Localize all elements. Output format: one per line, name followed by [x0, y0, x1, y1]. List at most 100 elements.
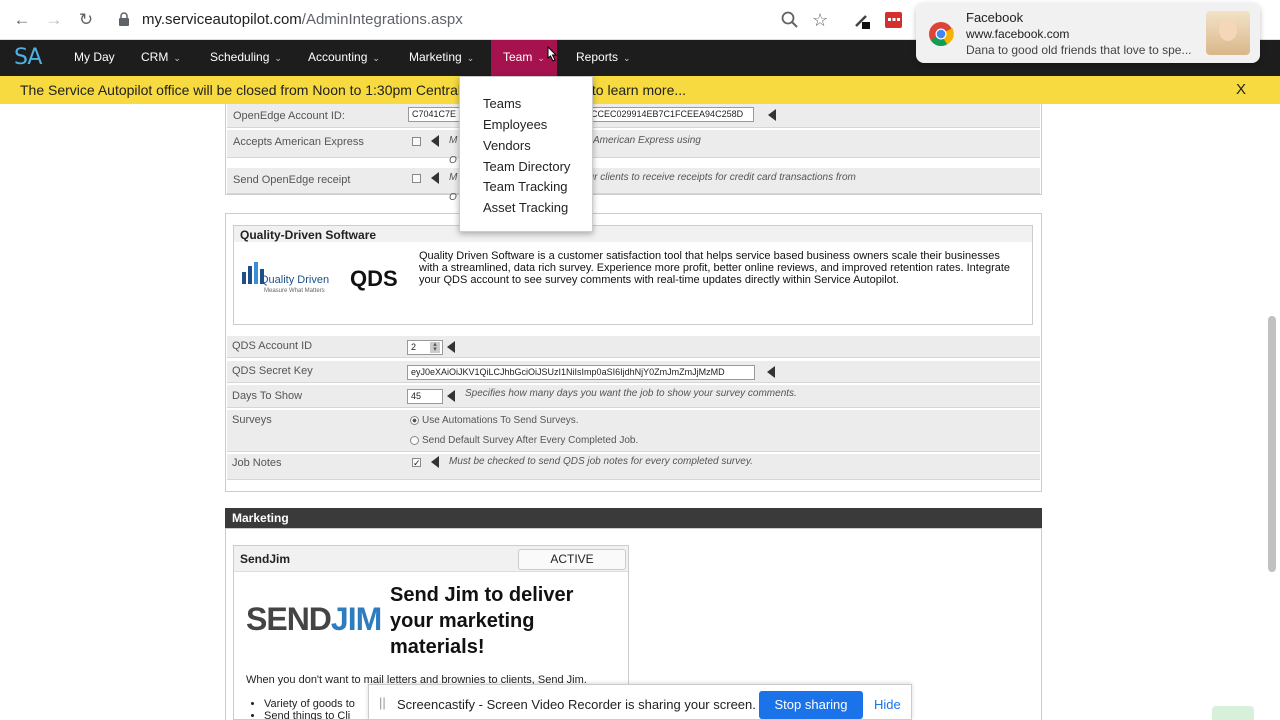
survey-default-radio[interactable]: [410, 436, 419, 445]
sendjim-logo: SENDJIM: [246, 601, 382, 637]
qds-surveys-row: Surveys Use Automations To Send Surveys.…: [227, 410, 1040, 452]
qds-days-input[interactable]: 45: [407, 389, 443, 404]
reload-icon[interactable]: ↻: [74, 8, 98, 32]
notification-message: Dana to good old friends that love to sp…: [966, 43, 1192, 57]
help-arrow-icon[interactable]: [431, 456, 439, 468]
nav-marketing[interactable]: Marketing ⌄: [409, 40, 474, 76]
openedge-receipt-row: Send OpenEdge receipt M our clients to r…: [227, 168, 1040, 203]
chevron-down-icon: ⌄: [274, 53, 282, 63]
field-hint: Must be checked to send QDS job notes fo…: [449, 456, 753, 467]
screen-share-message: Screencastify - Screen Video Recorder is…: [397, 697, 756, 712]
chevron-down-icon: ⌄: [466, 53, 475, 63]
zoom-icon[interactable]: [780, 10, 800, 30]
field-hint: O: [449, 192, 457, 203]
radio-label: Send Default Survey After Every Complete…: [422, 435, 639, 446]
job-notes-checkbox[interactable]: ✓: [412, 458, 421, 468]
openedge-account-row: OpenEdge Account ID: C7041C7E CCEC029914E…: [227, 104, 1040, 128]
amex-row: Accepts American Express M American Expr…: [227, 130, 1040, 166]
notification-avatar: [1206, 11, 1250, 55]
amex-checkbox[interactable]: [412, 137, 421, 146]
chrome-icon: [929, 22, 954, 47]
help-arrow-icon[interactable]: [768, 109, 776, 121]
mouse-cursor-icon: [547, 46, 558, 62]
qds-description: Quality Driven Software is a customer sa…: [419, 250, 1011, 286]
menu-item-asset-tracking[interactable]: Asset Tracking: [483, 200, 568, 215]
page-scrollbar[interactable]: [1268, 316, 1276, 572]
sendjim-status-button[interactable]: ACTIVE: [518, 549, 626, 570]
field-label: Send OpenEdge receipt: [233, 174, 351, 186]
openedge-receipt-checkbox[interactable]: [412, 174, 421, 183]
field-label: Job Notes: [232, 457, 282, 469]
extension-icon[interactable]: [884, 10, 904, 30]
nav-accounting[interactable]: Accounting ⌄: [308, 40, 380, 76]
survey-automations-radio[interactable]: [410, 416, 419, 425]
help-arrow-icon[interactable]: [431, 172, 439, 184]
field-label: OpenEdge Account ID:: [233, 110, 345, 122]
back-icon[interactable]: ←: [10, 8, 34, 32]
address-bar[interactable]: my.serviceautopilot.com/AdminIntegration…: [142, 11, 463, 28]
menu-item-team-directory[interactable]: Team Directory: [483, 159, 570, 174]
field-label: QDS Account ID: [232, 340, 313, 352]
qds-secret-key-row: QDS Secret Key eyJ0eXAiOiJKV1QiLCJhbGciO…: [227, 361, 1040, 383]
qds-days-row: Days To Show 45 Specifies how many days …: [227, 385, 1040, 408]
drag-handle-icon[interactable]: ||: [379, 695, 386, 710]
help-arrow-icon[interactable]: [767, 366, 775, 378]
help-arrow-icon[interactable]: [447, 341, 455, 353]
nav-scheduling[interactable]: Scheduling ⌄: [210, 40, 282, 76]
banner-close-button[interactable]: X: [1236, 76, 1246, 104]
field-label: QDS Secret Key: [232, 365, 313, 377]
field-hint: M: [449, 135, 458, 146]
team-dropdown-menu: Teams Employees Vendors Team Directory T…: [459, 76, 593, 232]
field-hint: M: [449, 172, 458, 183]
list-item: Variety of goods to: [264, 698, 355, 710]
stop-sharing-button[interactable]: Stop sharing: [759, 691, 863, 719]
qds-info-box: Quality-Driven Software Quality Driven M…: [233, 225, 1033, 325]
nav-crm[interactable]: CRM ⌄: [141, 40, 181, 76]
notification-title: Facebook: [966, 10, 1024, 25]
facebook-notification[interactable]: Facebook www.facebook.com Dana to good o…: [916, 3, 1260, 63]
nav-reports[interactable]: Reports ⌄: [576, 40, 631, 76]
help-arrow-icon[interactable]: [431, 135, 439, 147]
field-hint: Specifies how many days you want the job…: [465, 388, 797, 399]
menu-item-vendors[interactable]: Vendors: [483, 138, 531, 153]
menu-item-team-tracking[interactable]: Team Tracking: [483, 179, 568, 194]
field-label: Surveys: [232, 414, 272, 426]
help-arrow-icon[interactable]: [447, 390, 455, 402]
sendjim-card-header: SendJim ACTIVE: [234, 546, 628, 572]
field-label: Days To Show: [232, 390, 303, 402]
nav-my-day[interactable]: My Day: [74, 40, 115, 76]
field-hint: American Express using: [593, 135, 701, 146]
chat-widget-button[interactable]: [1212, 706, 1254, 720]
announcement-banner[interactable]: The Service Autopilot office will be clo…: [0, 76, 1280, 104]
field-hint: our clients to receive receipts for cred…: [583, 172, 856, 183]
eyedropper-icon[interactable]: [852, 10, 872, 30]
chevron-down-icon: ⌄: [372, 53, 380, 63]
quality-driven-logo: Quality Driven Measure What Matters: [242, 260, 334, 300]
qds-title: Quality-Driven Software: [234, 226, 1032, 242]
sendjim-title: SendJim: [240, 552, 291, 566]
chevron-down-icon: ⌄: [623, 53, 631, 63]
sendjim-headline: Send Jim to deliver your marketing mater…: [390, 584, 574, 658]
qds-abbr-logo: QDS: [350, 266, 398, 291]
menu-item-teams[interactable]: Teams: [483, 96, 521, 111]
menu-item-employees[interactable]: Employees: [483, 117, 547, 132]
qds-logo-tagline: Measure What Matters: [264, 288, 325, 294]
sendjim-bullets: Variety of goods to Send things to Cli: [264, 698, 355, 720]
lock-icon: [119, 12, 129, 26]
qds-secret-key-input[interactable]: eyJ0eXAiOiJKV1QiLCJhbGciOiJSUzI1NiIsImp0…: [407, 365, 755, 380]
stepper-icon[interactable]: ▴ ▾: [430, 341, 440, 353]
bookmark-star-icon[interactable]: ☆: [812, 10, 832, 30]
screen-share-bar: || Screencastify - Screen Video Recorder…: [368, 684, 912, 720]
chevron-down-icon: ⌄: [173, 53, 181, 63]
radio-label: Use Automations To Send Surveys.: [422, 415, 579, 426]
qds-job-notes-row: Job Notes ✓ Must be checked to send QDS …: [227, 454, 1040, 480]
field-label: Accepts American Express: [233, 136, 364, 148]
qds-account-id-row: QDS Account ID 2 ▴ ▾: [227, 336, 1040, 358]
field-hint: O: [449, 155, 457, 166]
marketing-section-header: Marketing: [225, 508, 1042, 528]
hide-share-bar-button[interactable]: Hide: [874, 697, 901, 712]
qds-logo-text: Quality Driven: [260, 274, 330, 286]
forward-icon[interactable]: →: [42, 8, 66, 32]
service-autopilot-logo[interactable]: SA: [14, 45, 42, 70]
list-item: Send things to Cli: [264, 710, 355, 720]
